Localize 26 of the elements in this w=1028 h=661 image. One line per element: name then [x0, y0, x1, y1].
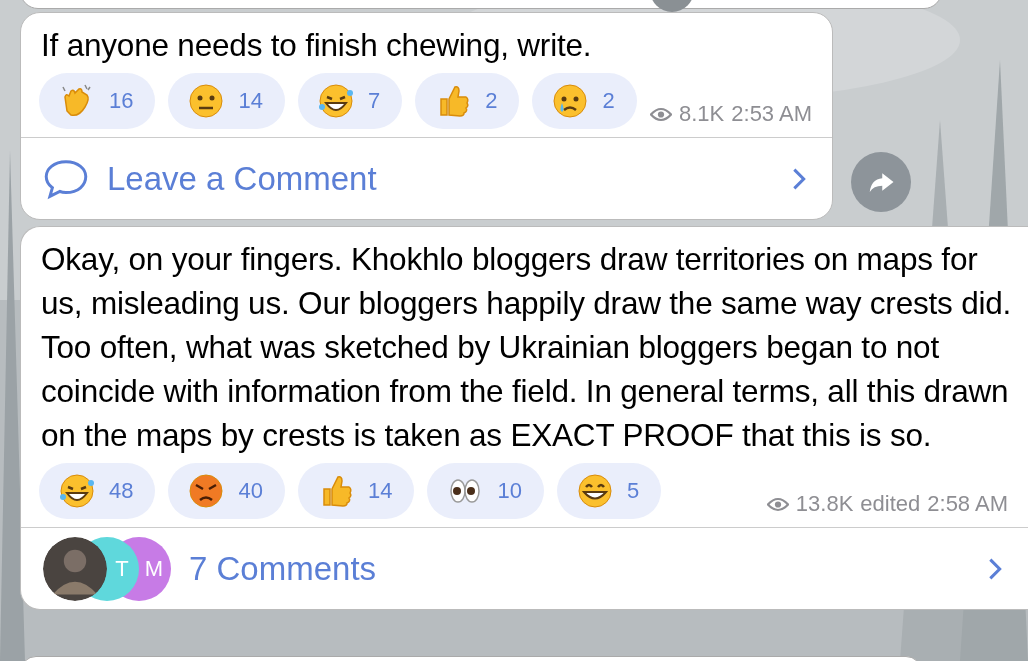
reaction-button[interactable]: 14: [168, 73, 285, 129]
edited-label: edited: [860, 491, 921, 517]
message-text: Okay, on your fingers. Khokhlo bloggers draw territories on maps for us, misleading us. Our bloggers happily draw the same way crests did. Too often, what was sketched by Ukrainian bloggers began to not coincide with information from the field. In general terms, all this drawn on the maps by crests is taken as EXACT PROOF that this is so.: [40, 240, 1013, 455]
eye-icon: [766, 496, 789, 512]
comments-button[interactable]: T M 7 Comments: [21, 527, 1028, 609]
message-text: If anyone needs to finish chewing, write.: [40, 26, 593, 65]
reaction-button[interactable]: 2: [415, 73, 520, 129]
reaction-button[interactable]: 16: [39, 73, 156, 129]
comments-button[interactable]: Leave a Comment: [21, 137, 832, 219]
chevron-right-icon: [988, 556, 1002, 581]
view-count: 8.1K: [679, 101, 725, 127]
eye-icon: [650, 106, 672, 122]
chevron-right-icon: [792, 166, 806, 191]
face-icon: [57, 471, 97, 511]
message-time: 2:53 AM: [731, 101, 812, 127]
reaction-button[interactable]: 14: [297, 463, 415, 519]
avatar: [43, 536, 107, 601]
reaction-button[interactable]: 48: [39, 463, 156, 519]
reaction-button[interactable]: 7: [297, 73, 403, 129]
reaction-button[interactable]: 5: [556, 463, 662, 519]
reaction-button[interactable]: 40: [168, 463, 285, 519]
speech-bubble-icon: [43, 157, 89, 200]
reaction-button[interactable]: 2: [532, 73, 637, 129]
view-count: 13.8K: [795, 491, 854, 517]
message-time: 2:58 AM: [927, 491, 1008, 517]
reaction-button[interactable]: 10: [427, 463, 544, 519]
